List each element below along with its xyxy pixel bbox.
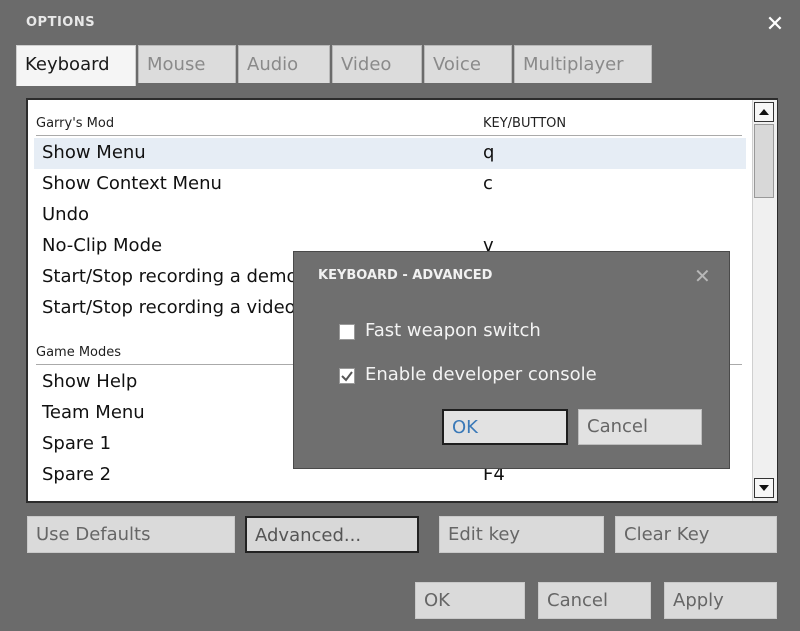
arrow-up-icon xyxy=(759,109,769,115)
advanced-button[interactable]: Advanced... xyxy=(245,516,419,553)
binding-row[interactable]: Show Context Menu c xyxy=(34,169,746,200)
section-header-garrys-mod: Garry's Mod xyxy=(36,116,115,131)
tab-mouse[interactable]: Mouse xyxy=(138,45,236,83)
arrow-down-icon xyxy=(759,485,769,491)
keyboard-advanced-dialog: KEYBOARD - ADVANCED ✕ Fast weapon switch… xyxy=(293,251,730,469)
action-label: Start/Stop recording a video xyxy=(42,297,296,318)
title-bar: OPTIONS ✕ xyxy=(0,0,800,42)
dialog-title: KEYBOARD - ADVANCED xyxy=(318,268,493,283)
window-title: OPTIONS xyxy=(26,15,96,30)
edit-key-button[interactable]: Edit key xyxy=(439,516,604,553)
fast-weapon-switch-label: Fast weapon switch xyxy=(365,320,541,341)
dialog-close-icon[interactable]: ✕ xyxy=(694,264,711,288)
developer-console-checkbox[interactable] xyxy=(339,368,355,384)
developer-console-label: Enable developer console xyxy=(365,364,597,385)
tab-multiplayer[interactable]: Multiplayer xyxy=(514,45,652,83)
action-label: Show Menu xyxy=(42,142,146,163)
scroll-down-button[interactable] xyxy=(754,478,774,498)
clear-key-button[interactable]: Clear Key xyxy=(615,516,777,553)
action-label: Show Context Menu xyxy=(42,173,222,194)
vertical-scrollbar[interactable] xyxy=(752,100,777,501)
binding-row[interactable]: Undo xyxy=(34,200,746,231)
binding-row[interactable]: Show Menu q xyxy=(34,138,746,169)
checkmark-icon xyxy=(341,371,353,382)
action-label: Spare 2 xyxy=(42,464,112,485)
action-label: Start/Stop recording a demo xyxy=(42,266,298,287)
use-defaults-button[interactable]: Use Defaults xyxy=(27,516,235,553)
cancel-button[interactable]: Cancel xyxy=(538,582,651,619)
tab-voice[interactable]: Voice xyxy=(424,45,512,83)
ok-button[interactable]: OK xyxy=(415,582,525,619)
key-value: c xyxy=(483,173,493,194)
scroll-up-button[interactable] xyxy=(754,102,774,122)
action-label: No-Clip Mode xyxy=(42,235,163,256)
dialog-cancel-button[interactable]: Cancel xyxy=(578,409,702,445)
tab-audio[interactable]: Audio xyxy=(238,45,330,83)
tab-video[interactable]: Video xyxy=(332,45,422,83)
fast-weapon-switch-checkbox[interactable] xyxy=(339,324,355,340)
action-label: Show Help xyxy=(42,371,138,392)
key-column-header: KEY/BUTTON xyxy=(483,116,567,131)
section-divider xyxy=(36,135,742,136)
tab-keyboard[interactable]: Keyboard xyxy=(16,45,136,86)
action-label: Team Menu xyxy=(42,402,145,423)
action-label: Spare 1 xyxy=(42,433,112,454)
scrollbar-thumb[interactable] xyxy=(754,124,774,198)
apply-button[interactable]: Apply xyxy=(664,582,777,619)
action-label: Undo xyxy=(42,204,90,225)
close-icon[interactable]: ✕ xyxy=(762,12,788,38)
dialog-ok-button[interactable]: OK xyxy=(442,409,568,445)
section-header-game-modes: Game Modes xyxy=(36,345,122,360)
key-value: q xyxy=(483,142,495,163)
